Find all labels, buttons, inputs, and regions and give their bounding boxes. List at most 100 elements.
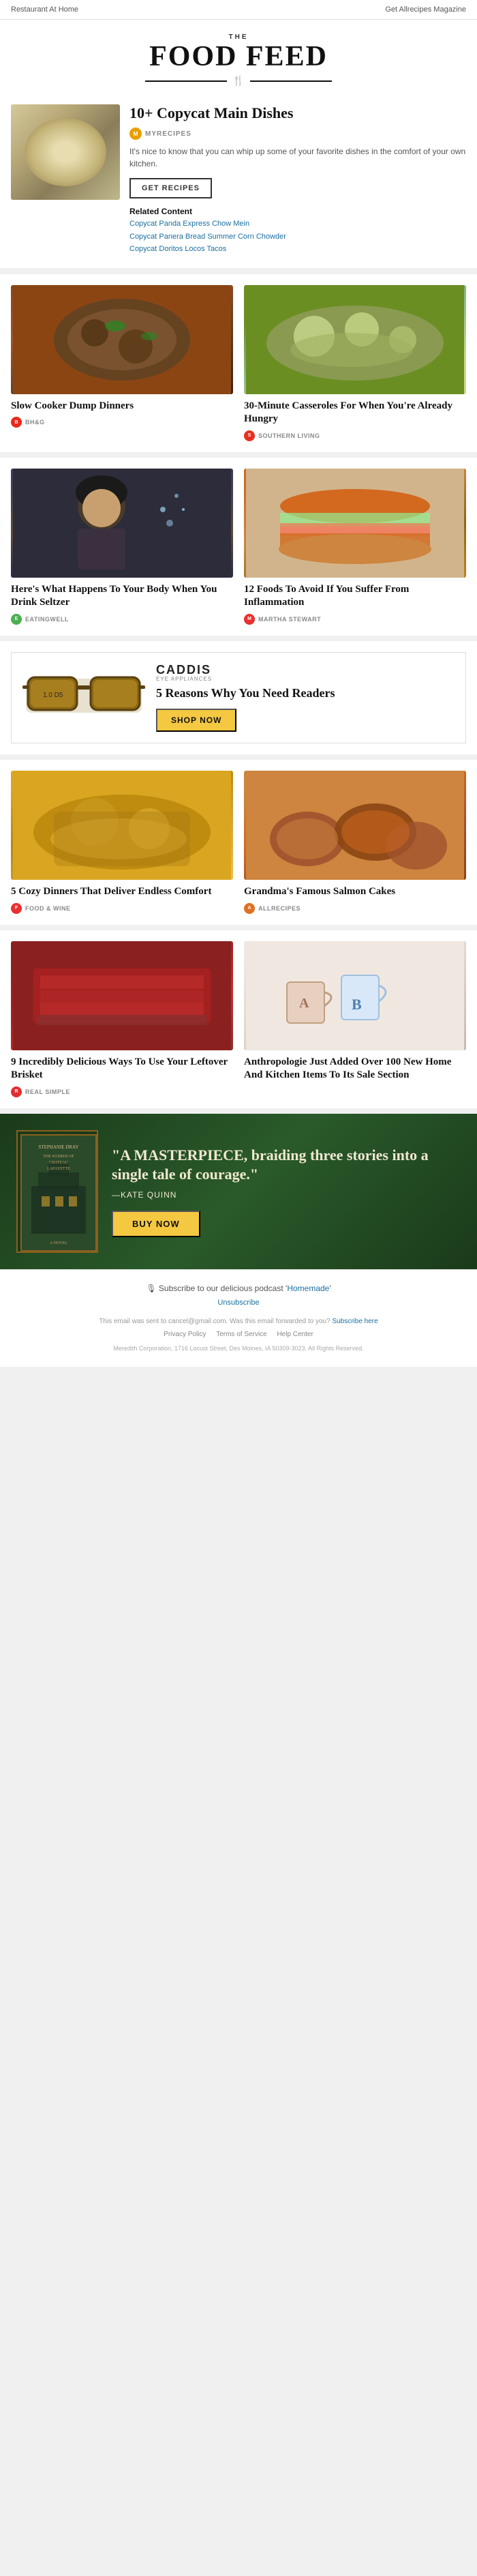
the-label: THE (7, 33, 470, 41)
footer: 🎙 Subscribe to our delicious podcast 'Ho… (0, 1269, 477, 1367)
foodwine-icon: F (11, 903, 22, 914)
card-source-salmon: A ALLRECIPES (244, 903, 466, 914)
section-divider-5 (0, 925, 477, 930)
svg-text:1.0 D5: 1.0 D5 (43, 692, 63, 699)
card-source-dinners: F FOOD & WINE (11, 903, 233, 914)
podcast-link[interactable]: Homemade (287, 1284, 329, 1293)
svg-text:LAFAYETTE: LAFAYETTE (47, 1167, 70, 1171)
foodwine-name: FOOD & WINE (25, 905, 71, 912)
book-banner: STEPHANIE DRAY THE WOMEN OF CHATEAU LAFA… (0, 1114, 477, 1269)
seltzer-visual (11, 469, 233, 578)
top-nav: Restaurant At Home Get Allrecipes Magazi… (0, 0, 477, 20)
card-source-inflammation: M MARTHA STEWART (244, 614, 466, 625)
divider-line-right (250, 80, 332, 82)
restaurant-link[interactable]: Restaurant At Home (11, 5, 78, 14)
svg-text:A NOVEL: A NOVEL (50, 1241, 67, 1245)
terms-link[interactable]: Terms of Service (216, 1331, 266, 1338)
card-title-inflammation: 12 Foods To Avoid If You Suffer From Inf… (244, 583, 466, 610)
inflammation-visual (244, 469, 466, 578)
ad-headline: 5 Reasons Why You Need Readers (156, 686, 455, 701)
salmon-visual (244, 771, 466, 880)
related-link-2[interactable]: Copycat Panera Bread Summer Corn Chowder (129, 232, 466, 242)
email-wrapper: Restaurant At Home Get Allrecipes Magazi… (0, 0, 477, 1367)
related-title: Related Content (129, 207, 466, 216)
ad-sub-label: EYE APPLIANCES (156, 676, 455, 682)
card-title-dinners: 5 Cozy Dinners That Deliver Endless Comf… (11, 885, 233, 899)
svg-text:B: B (352, 996, 362, 1013)
footer-address: Meredith Corporation, 1716 Locust Street… (11, 1344, 466, 1353)
grid-row-4: 9 Incredibly Delicious Ways To Use Your … (0, 930, 477, 1108)
card-img-salmon (244, 771, 466, 880)
card-title-brisket: 9 Incredibly Delicious Ways To Use Your … (11, 1056, 233, 1082)
card-img-slowcooker (11, 285, 233, 394)
help-link[interactable]: Help Center (277, 1331, 313, 1338)
brisket-visual (11, 941, 233, 1050)
subscribe-link[interactable]: Subscribe here (332, 1318, 378, 1325)
card-slowcooker: Slow Cooker Dump Dinners B BH&G (11, 285, 233, 441)
realsimple-name: REAL SIMPLE (25, 1089, 70, 1095)
section-divider-1 (0, 269, 477, 274)
card-source-slowcooker: B BH&G (11, 417, 233, 428)
card-img-inflammation (244, 469, 466, 578)
seltzer-svg (11, 469, 233, 578)
glasses-svg: 1.0 D5 (22, 665, 145, 726)
grid-row-2: Here's What Happens To Your Body When Yo… (0, 458, 477, 636)
section-divider-6 (0, 1108, 477, 1114)
hero-source-name: MYRECIPES (145, 130, 191, 138)
section-divider-2 (0, 452, 477, 458)
southern-name: SOUTHERN LIVING (258, 432, 320, 439)
card-anthropologie: A B Anthropologie Just Added Over 100 Ne… (244, 941, 466, 1097)
dinners-svg (11, 771, 233, 880)
hero-food-visual (11, 104, 120, 200)
get-recipes-button[interactable]: GET RECIPES (129, 178, 212, 198)
hero-content: 10+ Copycat Main Dishes M MYRECIPES It's… (129, 104, 466, 257)
card-title-anthropologie: Anthropologie Just Added Over 100 New Ho… (244, 1056, 466, 1082)
fork-icon: 🍴 (232, 75, 244, 87)
shop-now-button[interactable]: SHOP NOW (156, 709, 236, 732)
card-img-brisket (11, 941, 233, 1050)
allrecipes-icon: A (244, 903, 255, 914)
bhg-icon: B (11, 417, 22, 428)
slowcooker-visual (11, 285, 233, 394)
casserole-visual (244, 285, 466, 394)
ad-glasses: 1.0 D5 (22, 665, 145, 730)
svg-text:STEPHANIE DRAY: STEPHANIE DRAY (38, 1144, 78, 1150)
buy-now-button[interactable]: BUY NOW (112, 1211, 200, 1237)
card-title-seltzer: Here's What Happens To Your Body When Yo… (11, 583, 233, 610)
sent-to-line: This email was sent to cancel@gmail.com.… (11, 1318, 466, 1325)
svg-text:A: A (299, 996, 309, 1011)
slowcooker-svg (11, 285, 233, 394)
header: THE FOOD FEED 🍴 (0, 20, 477, 93)
footer-links: Privacy Policy Terms of Service Help Cen… (11, 1331, 466, 1338)
card-dinners: 5 Cozy Dinners That Deliver Endless Comf… (11, 771, 233, 914)
svg-text:THE WOMEN OF: THE WOMEN OF (43, 1155, 74, 1159)
related-link-3[interactable]: Copycat Doritos Locos Tacos (129, 244, 466, 254)
martha-name: MARTHA STEWART (258, 616, 321, 623)
ad-brand: CADDIS (156, 664, 455, 676)
hero-title: 10+ Copycat Main Dishes (129, 104, 466, 122)
southern-icon: S (244, 430, 255, 441)
privacy-link[interactable]: Privacy Policy (164, 1331, 206, 1338)
anthropologie-visual: A B (244, 941, 466, 1050)
martha-icon: M (244, 614, 255, 625)
anthropologie-svg: A B (244, 941, 466, 1050)
grid-row-3: 5 Cozy Dinners That Deliver Endless Comf… (0, 760, 477, 925)
dinners-visual (11, 771, 233, 880)
allrecipes-name: ALLRECIPES (258, 905, 301, 912)
book-cover-svg: STEPHANIE DRAY THE WOMEN OF CHATEAU LAFA… (18, 1131, 98, 1253)
brand-title: FOOD FEED (7, 42, 470, 71)
card-img-casserole (244, 285, 466, 394)
brisket-svg (11, 941, 233, 1050)
unsubscribe-link[interactable]: Unsubscribe (11, 1299, 466, 1307)
magazine-link[interactable]: Get Allrecipes Magazine (385, 5, 466, 14)
inflammation-svg (244, 469, 466, 578)
myrecipes-icon: M (129, 128, 142, 140)
card-title-casserole: 30-Minute Casseroles For When You're Alr… (244, 400, 466, 426)
svg-text:CHATEAU: CHATEAU (49, 1161, 69, 1165)
realsimple-icon: R (11, 1086, 22, 1097)
book-attribution: —KATE QUINN (112, 1190, 461, 1200)
section-divider-4 (0, 754, 477, 760)
card-brisket: 9 Incredibly Delicious Ways To Use Your … (11, 941, 233, 1097)
related-link-1[interactable]: Copycat Panda Express Chow Mein (129, 219, 466, 229)
hero-description: It's nice to know that you can whip up s… (129, 145, 466, 170)
